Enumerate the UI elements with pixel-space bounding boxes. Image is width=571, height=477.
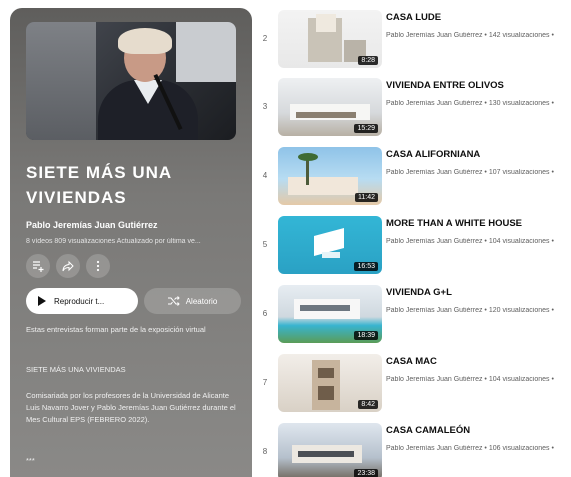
video-thumbnail[interactable]: 8:28 xyxy=(278,10,382,68)
video-item-7[interactable]: 7 8:42 CASA MAC Pablo Jeremías Juan Guti… xyxy=(258,354,571,420)
video-duration: 8:42 xyxy=(358,400,378,409)
video-meta: Pablo Jeremías Juan Gutiérrez • 107 visu… xyxy=(386,169,554,176)
video-meta: Pablo Jeremías Juan Gutiérrez • 106 visu… xyxy=(386,445,554,452)
video-meta: Pablo Jeremías Juan Gutiérrez • 142 visu… xyxy=(386,32,554,39)
video-item-8[interactable]: 8 23:38 CASA CAMALEÓN Pablo Jeremías Jua… xyxy=(258,423,571,477)
video-index: 8 xyxy=(262,447,268,456)
thumbnail-speaker-hair xyxy=(118,28,172,54)
video-thumbnail[interactable]: 8:42 xyxy=(278,354,382,412)
more-vert-icon xyxy=(96,260,100,272)
thumbnail-building-top xyxy=(316,14,336,32)
video-thumbnail[interactable]: 15:29 xyxy=(278,78,382,136)
video-thumbnail[interactable]: 18:39 xyxy=(278,285,382,343)
thumbnail-palm-leaves xyxy=(298,153,318,161)
play-icon xyxy=(38,296,46,306)
video-title[interactable]: VIVIENDA ENTRE OLIVOS xyxy=(386,80,504,91)
video-title[interactable]: MORE THAN A WHITE HOUSE xyxy=(386,218,522,229)
thumbnail-wall xyxy=(26,22,96,140)
video-index: 6 xyxy=(262,309,268,318)
video-duration: 8:28 xyxy=(358,56,378,65)
video-meta: Pablo Jeremías Juan Gutiérrez • 104 visu… xyxy=(386,238,554,245)
shuffle-label: Aleatorio xyxy=(185,296,218,306)
video-duration: 11:42 xyxy=(355,193,378,202)
video-thumbnail[interactable]: 11:42 xyxy=(278,147,382,205)
video-title[interactable]: CASA LUDE xyxy=(386,12,441,23)
video-index: 7 xyxy=(262,378,268,387)
video-item-5[interactable]: 5 16:53 MORE THAN A WHITE HOUSE Pablo Je… xyxy=(258,216,571,282)
description-line-4: *** xyxy=(26,456,35,465)
video-duration: 15:29 xyxy=(354,124,378,133)
description-line-2: SIETE MÁS UNA VIVIENDAS xyxy=(26,365,126,374)
share-button[interactable] xyxy=(56,254,80,278)
thumbnail-house-windows xyxy=(298,451,354,457)
video-duration: 23:38 xyxy=(354,469,378,477)
video-meta: Pablo Jeremías Juan Gutiérrez • 120 visu… xyxy=(386,307,554,314)
thumbnail-house xyxy=(288,177,358,195)
shuffle-button[interactable]: Aleatorio xyxy=(144,288,241,314)
description-line-3: Comisariada por los profesores de la Uni… xyxy=(26,391,236,424)
video-index: 3 xyxy=(262,102,268,111)
video-title[interactable]: CASA ALIFORNIANA xyxy=(386,149,480,160)
thumbnail-window-lower xyxy=(318,386,334,400)
playlist-author[interactable]: Pablo Jeremías Juan Gutiérrez xyxy=(26,220,158,230)
playlist-title: SIETE MÁS UNA VIVIENDAS xyxy=(26,163,172,207)
thumbnail-window xyxy=(176,22,236,82)
video-item-6[interactable]: 6 18:39 VIVIENDA G+L Pablo Jeremías Juan… xyxy=(258,285,571,351)
video-index: 4 xyxy=(262,171,268,180)
play-all-label: Reproducir t... xyxy=(54,296,105,306)
video-thumbnail[interactable]: 16:53 xyxy=(278,216,382,274)
thumbnail-house-windows xyxy=(300,305,350,311)
video-thumbnail[interactable]: 23:38 xyxy=(278,423,382,477)
video-duration: 18:39 xyxy=(354,331,378,340)
playlist-stats: 8 vídeos 809 visualizaciones Actualizado… xyxy=(26,238,201,245)
more-options-button[interactable] xyxy=(86,254,110,278)
thumbnail-window-upper xyxy=(318,368,334,378)
description-line-1: Estas entrevistas forman parte de la exp… xyxy=(26,325,206,334)
video-index: 5 xyxy=(262,240,268,249)
video-title[interactable]: CASA MAC xyxy=(386,356,437,367)
video-meta: Pablo Jeremías Juan Gutiérrez • 130 visu… xyxy=(386,100,554,107)
playlist-thumbnail[interactable] xyxy=(26,22,236,140)
playlist-header-panel: SIETE MÁS UNA VIVIENDAS Pablo Jeremías J… xyxy=(10,8,252,477)
play-all-button[interactable]: Reproducir t... xyxy=(26,288,138,314)
video-item-2[interactable]: 2 8:28 CASA LUDE Pablo Jeremías Juan Gut… xyxy=(258,10,571,76)
save-playlist-button[interactable] xyxy=(26,254,50,278)
playlist-add-icon xyxy=(33,261,44,272)
video-title[interactable]: VIVIENDA G+L xyxy=(386,287,452,298)
video-item-3[interactable]: 3 15:29 VIVIENDA ENTRE OLIVOS Pablo Jere… xyxy=(258,78,571,144)
video-duration: 16:53 xyxy=(354,262,378,271)
shuffle-icon xyxy=(167,296,180,306)
thumbnail-house-windows xyxy=(296,112,356,118)
thumbnail-white-house-base xyxy=(322,252,340,258)
video-index: 2 xyxy=(262,34,268,43)
video-title[interactable]: CASA CAMALEÓN xyxy=(386,425,470,436)
share-icon xyxy=(62,260,74,272)
video-item-4[interactable]: 4 11:42 CASA ALIFORNIANA Pablo Jeremías … xyxy=(258,147,571,213)
video-meta: Pablo Jeremías Juan Gutiérrez • 104 visu… xyxy=(386,376,554,383)
